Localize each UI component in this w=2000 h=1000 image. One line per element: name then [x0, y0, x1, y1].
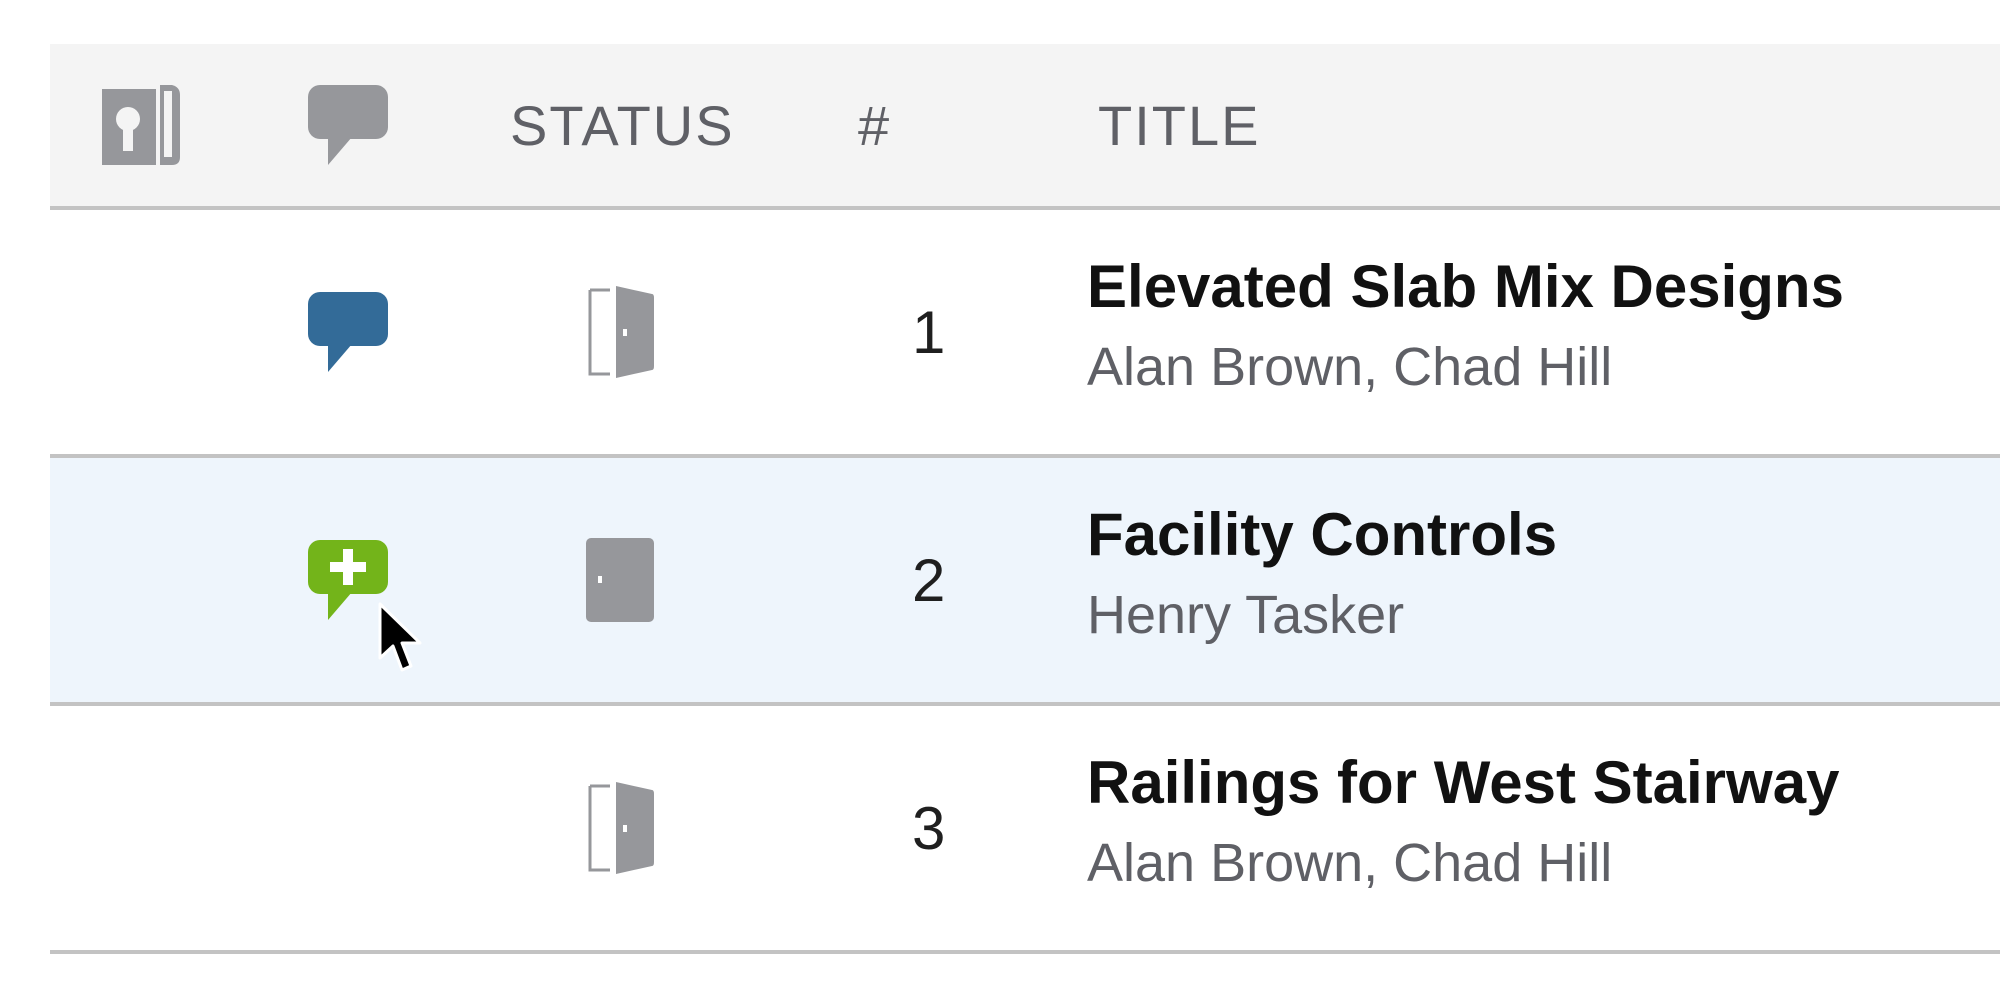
comment-icon	[308, 85, 388, 165]
comment-icon[interactable]	[308, 292, 388, 372]
item-assignees: Alan Brown, Chad Hill	[1087, 337, 1613, 397]
column-header-comments[interactable]	[308, 44, 388, 206]
door-open-icon	[586, 284, 656, 380]
item-number: 3	[912, 794, 946, 862]
item-number: 1	[912, 298, 946, 366]
status-header-label: STATUS	[510, 93, 735, 157]
table-row[interactable]: 3 Railings for West Stairway Alan Brown,…	[50, 706, 2000, 954]
item-title[interactable]: Railings for West Stairway	[1087, 748, 1839, 818]
table-header: STATUS # TITLE	[50, 44, 2000, 210]
items-table: STATUS # TITLE 1 Elevated Slab Mix Desig…	[50, 44, 2000, 954]
title-header-label: TITLE	[1098, 93, 1261, 157]
table-row[interactable]: 2 Facility Controls Henry Tasker	[50, 458, 2000, 706]
item-title-block: Railings for West Stairway Alan Brown, C…	[1087, 748, 1839, 894]
number-header-label: #	[858, 93, 892, 157]
mouse-cursor-icon	[378, 602, 428, 676]
item-title-block: Facility Controls Henry Tasker	[1087, 500, 1557, 646]
item-title-block: Elevated Slab Mix Designs Alan Brown, Ch…	[1087, 252, 1844, 398]
item-assignees: Henry Tasker	[1087, 585, 1405, 645]
item-assignees: Alan Brown, Chad Hill	[1087, 833, 1613, 893]
item-number: 2	[912, 546, 946, 614]
item-title[interactable]: Facility Controls	[1087, 500, 1557, 570]
door-open-icon	[586, 780, 656, 876]
item-title[interactable]: Elevated Slab Mix Designs	[1087, 252, 1844, 322]
document-key-icon	[102, 85, 182, 165]
column-header-status[interactable]: STATUS	[510, 44, 735, 206]
add-comment-icon[interactable]	[308, 540, 388, 620]
column-header-number[interactable]: #	[858, 44, 891, 206]
table-row[interactable]: 1 Elevated Slab Mix Designs Alan Brown, …	[50, 210, 2000, 458]
column-header-document[interactable]	[102, 44, 182, 206]
column-header-title[interactable]: TITLE	[1098, 44, 1260, 206]
door-closed-icon	[586, 538, 656, 622]
